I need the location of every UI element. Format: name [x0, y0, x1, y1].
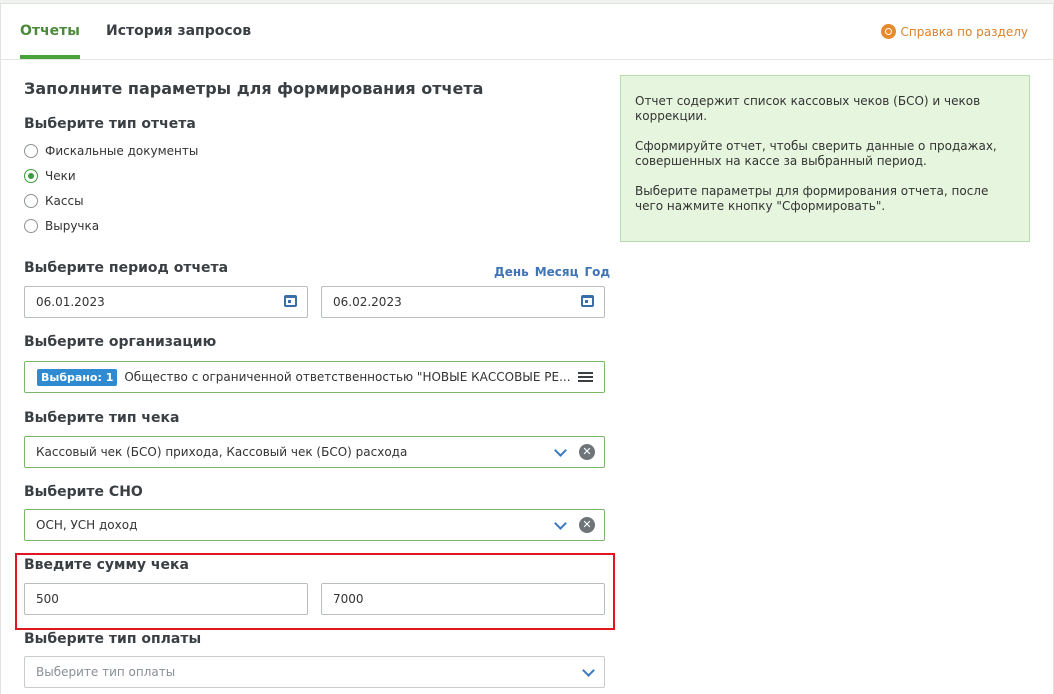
- tax-system-label: Выберите СНО: [24, 484, 143, 500]
- calendar-icon[interactable]: [581, 295, 594, 307]
- organization-select[interactable]: Выбрано: 1 Общество с ограниченной ответ…: [24, 361, 605, 393]
- calendar-icon[interactable]: [284, 295, 297, 307]
- info-paragraph: Сформируйте отчет, чтобы сверить данные …: [635, 139, 997, 168]
- info-paragraph: Выберите параметры для формирования отче…: [635, 184, 989, 213]
- info-paragraph: Отчет содержит список кассовых чеков (БС…: [635, 94, 981, 123]
- radio-revenue[interactable]: Выручка: [24, 219, 99, 233]
- form-title: Заполните параметры для формирования отч…: [24, 79, 484, 98]
- payment-type-select[interactable]: Выберите тип оплаты: [24, 656, 605, 688]
- clear-icon[interactable]: ✕: [579, 444, 595, 460]
- radio-receipts[interactable]: Чеки: [24, 169, 76, 183]
- tax-system-select[interactable]: ОСН, УСН доход ✕: [24, 509, 605, 541]
- active-tab-indicator: [20, 55, 80, 59]
- lifebuoy-icon: [880, 24, 896, 39]
- clear-icon[interactable]: ✕: [579, 517, 595, 533]
- tab-reports[interactable]: Отчеты: [20, 23, 80, 39]
- date-from-field[interactable]: 06.01.2023: [24, 286, 308, 318]
- radio-label: Чеки: [45, 169, 76, 183]
- info-box: Отчет содержит список кассовых чеков (БС…: [620, 75, 1030, 242]
- report-type-label: Выберите тип отчета: [24, 116, 196, 132]
- tab-request-history[interactable]: История запросов: [106, 23, 251, 39]
- radio-label: Кассы: [45, 194, 84, 208]
- radio-button[interactable]: [24, 219, 38, 233]
- receipt-type-value: Кассовый чек (БСО) прихода, Кассовый чек…: [36, 445, 408, 459]
- radio-fiscal-documents[interactable]: Фискальные документы: [24, 144, 198, 158]
- date-to-field[interactable]: 06.02.2023: [321, 286, 605, 318]
- payment-type-label: Выберите тип оплаты: [24, 631, 202, 647]
- amount-to-input[interactable]: 7000: [321, 583, 605, 615]
- amount-from-value: 500: [36, 592, 59, 606]
- payment-type-placeholder: Выберите тип оплаты: [36, 665, 176, 679]
- period-month-link[interactable]: Месяц: [535, 265, 579, 279]
- receipt-type-label: Выберите тип чека: [24, 410, 180, 426]
- help-link[interactable]: Справка по разделу: [880, 24, 1029, 39]
- radio-label: Фискальные документы: [45, 144, 199, 158]
- radio-button-checked[interactable]: [24, 169, 38, 183]
- list-icon[interactable]: [578, 372, 593, 383]
- date-from-value: 06.01.2023: [36, 295, 105, 309]
- radio-label: Выручка: [45, 219, 100, 233]
- reports-panel: Отчеты История запросов Справка по разде…: [0, 3, 1054, 694]
- receipt-type-select[interactable]: Кассовый чек (БСО) прихода, Кассовый чек…: [24, 436, 605, 468]
- amount-label: Введите сумму чека: [24, 557, 189, 573]
- tab-bar: Отчеты История запросов Справка по разде…: [1, 4, 1053, 60]
- radio-cash-registers[interactable]: Кассы: [24, 194, 84, 208]
- date-to-value: 06.02.2023: [333, 295, 402, 309]
- help-link-label: Справка по разделу: [900, 24, 1029, 39]
- period-quick-links: День Месяц Год: [494, 265, 610, 279]
- selected-count-badge: Выбрано: 1: [37, 368, 118, 386]
- amount-from-input[interactable]: 500: [24, 583, 308, 615]
- radio-button[interactable]: [24, 194, 38, 208]
- amount-to-value: 7000: [333, 592, 364, 606]
- organization-value: Общество с ограниченной ответственностью…: [124, 370, 571, 384]
- radio-button[interactable]: [24, 144, 38, 158]
- organization-label: Выберите организацию: [24, 334, 217, 350]
- tax-system-value: ОСН, УСН доход: [36, 518, 138, 532]
- period-day-link[interactable]: День: [494, 265, 529, 279]
- period-label: Выберите период отчета: [24, 260, 229, 276]
- period-year-link[interactable]: Год: [585, 265, 611, 279]
